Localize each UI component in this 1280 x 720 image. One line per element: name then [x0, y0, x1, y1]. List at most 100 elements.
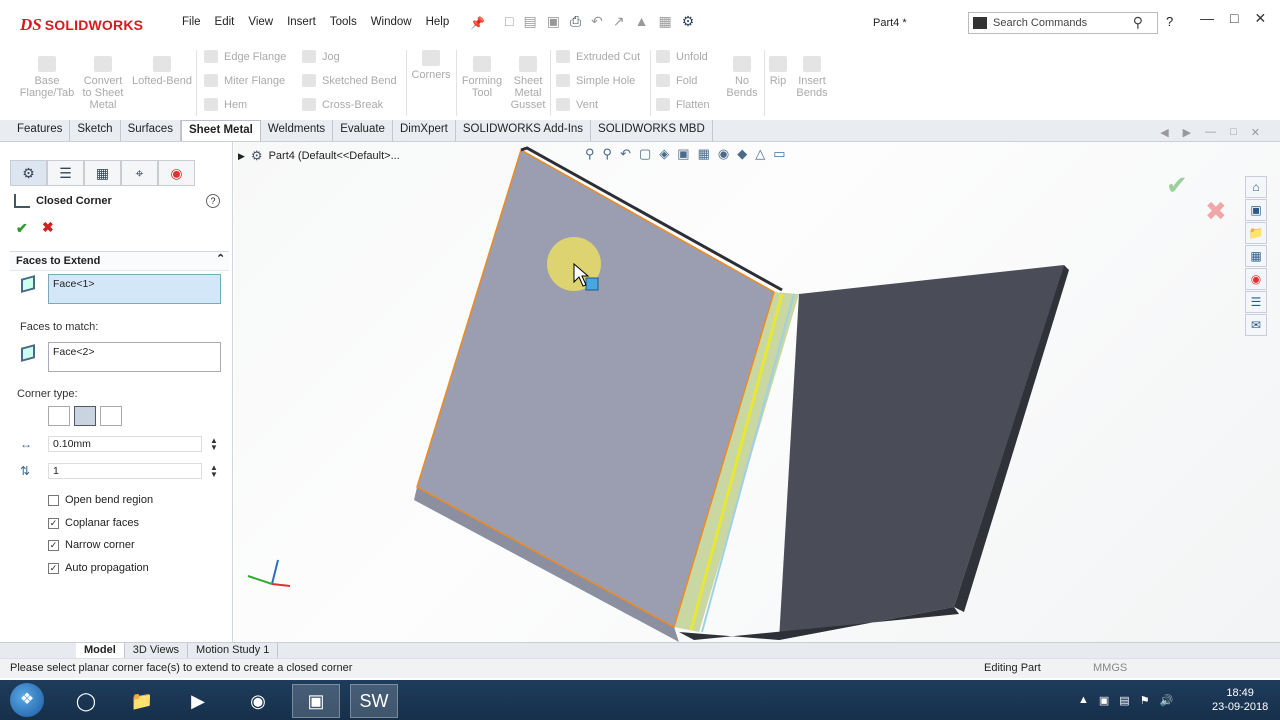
solidworks-resources-icon[interactable]: ⌂ — [1245, 176, 1267, 198]
feature-tree-flyout[interactable]: ▶ ⚙ Part4 (Default<<Default>... — [238, 148, 400, 164]
display-manager-tab[interactable]: ◉ — [158, 160, 195, 186]
start-button[interactable]: ❖ — [10, 683, 44, 717]
vp-close-icon[interactable]: ✕ — [1251, 126, 1260, 139]
previous-view-icon[interactable]: ↶ — [620, 146, 631, 162]
search-commands-input[interactable]: Search Commands ⚲ — [968, 12, 1158, 34]
auto-propagation-checkbox[interactable]: ✓ Auto propagation — [48, 562, 149, 574]
edge-flange-button[interactable]: Edge Flange — [204, 50, 286, 63]
zoom-to-fit-icon[interactable]: ⚲ — [585, 146, 595, 162]
volume-icon[interactable]: 🔊 — [1160, 694, 1174, 707]
display-style-icon[interactable]: ▦ — [698, 146, 710, 162]
rip-button[interactable]: Rip — [766, 56, 790, 87]
open-icon[interactable]: ▤ — [523, 13, 536, 30]
pm-help-icon[interactable]: ? — [206, 194, 220, 208]
pin-icon[interactable]: 📌 — [470, 16, 485, 30]
select-icon[interactable]: ↗ — [613, 13, 625, 30]
media-player-icon[interactable]: ▶ — [174, 684, 222, 718]
menu-help[interactable]: Help — [419, 12, 457, 34]
confirmation-cancel-icon[interactable]: ✖ — [1205, 196, 1227, 227]
internet-explorer-icon[interactable]: ◯ — [62, 684, 110, 718]
sheet-metal-gusset-button[interactable]: Sheet Metal Gusset — [508, 56, 548, 111]
menu-file[interactable]: File — [175, 12, 208, 34]
dynamic-annotation-icon[interactable]: ◈ — [659, 146, 669, 162]
zoom-to-area-icon[interactable]: ⚲ — [603, 146, 613, 162]
confirmation-ok-icon[interactable]: ✔ — [1166, 170, 1188, 201]
taskbar-clock[interactable]: 18:49 23-09-2018 — [1212, 686, 1268, 714]
flatten-button[interactable]: Flatten — [656, 98, 710, 111]
flag-icon[interactable]: ⚑ — [1140, 694, 1150, 707]
property-manager-tab[interactable]: ☰ — [47, 160, 84, 186]
dimxpert-manager-tab[interactable]: ⌖ — [121, 160, 158, 186]
convert-sheet-metal-button[interactable]: Convert to Sheet Metal — [80, 56, 126, 111]
feature-manager-tab[interactable]: ⚙ — [10, 160, 47, 186]
minimize-icon[interactable]: — — [1200, 10, 1214, 27]
open-bend-region-checkbox[interactable]: Open bend region — [48, 494, 153, 506]
print-icon[interactable]: ⎙ — [570, 13, 581, 30]
insert-bends-button[interactable]: Insert Bends — [794, 56, 830, 99]
tab-surfaces[interactable]: Surfaces — [121, 120, 181, 141]
expand-arrow-icon[interactable]: ▶ — [238, 151, 245, 162]
menu-edit[interactable]: Edit — [208, 12, 242, 34]
tab-model[interactable]: Model — [76, 643, 125, 658]
view-palette-icon[interactable]: ▦ — [1245, 245, 1267, 267]
cancel-button[interactable]: ✖ — [42, 219, 54, 236]
tab-sketch[interactable]: Sketch — [70, 120, 121, 141]
coplanar-faces-checkbox[interactable]: ✓ Coplanar faces — [48, 517, 139, 529]
undo-icon[interactable]: ↶ — [591, 13, 603, 30]
appearances-icon[interactable]: ◉ — [1245, 268, 1267, 290]
solidworks-taskbar-icon[interactable]: SW — [350, 684, 398, 718]
unfold-button[interactable]: Unfold — [656, 50, 708, 63]
overlap-ratio-input[interactable]: 1 — [48, 463, 202, 479]
configuration-manager-tab[interactable]: ▦ — [84, 160, 121, 186]
corners-button[interactable]: Corners — [410, 50, 452, 81]
custom-properties-icon[interactable]: ☰ — [1245, 291, 1267, 313]
hide-show-icon[interactable]: ◉ — [718, 146, 729, 162]
file-explorer-taskbar-icon[interactable]: 📁 — [118, 684, 166, 718]
help-icon[interactable]: ? — [1166, 14, 1173, 29]
tab-features[interactable]: Features — [10, 120, 71, 141]
corner-type-butt-button[interactable] — [48, 406, 70, 426]
solidworks-logo[interactable]: DS SOLIDWORKS — [20, 10, 155, 40]
tab-sheet-metal[interactable]: Sheet Metal — [180, 120, 261, 141]
rebuild-icon[interactable]: ▲ — [635, 13, 649, 30]
simple-hole-button[interactable]: Simple Hole — [556, 74, 635, 87]
gap-distance-input[interactable]: 0.10mm — [48, 436, 202, 452]
faces-to-extend-group[interactable]: Faces to Extend ⌃ — [10, 251, 229, 271]
no-bends-button[interactable]: No Bends — [724, 56, 760, 99]
vent-button[interactable]: Vent — [556, 98, 598, 111]
fold-button[interactable]: Fold — [656, 74, 697, 87]
extruded-cut-button[interactable]: Extruded Cut — [556, 50, 640, 63]
tab-weldments[interactable]: Weldments — [261, 120, 334, 141]
faces-to-match-list[interactable]: Face<2> — [48, 342, 221, 372]
file-properties-icon[interactable]: ▦ — [658, 13, 671, 30]
tab-addins[interactable]: SOLIDWORKS Add-Ins — [456, 120, 592, 141]
new-icon[interactable]: □ — [505, 13, 513, 30]
maximize-icon[interactable]: □ — [1230, 10, 1238, 27]
search-icon[interactable]: ⚲ — [1133, 14, 1143, 31]
tab-evaluate[interactable]: Evaluate — [333, 120, 393, 141]
vp-restore-left-icon[interactable]: ◀ — [1160, 126, 1168, 139]
file-explorer-icon[interactable]: 📁 — [1245, 222, 1267, 244]
forming-tool-button[interactable]: Forming Tool — [458, 56, 506, 99]
view-orientation-icon[interactable]: ▣ — [677, 146, 689, 162]
document-window-icon[interactable]: ▣ — [292, 684, 340, 718]
corner-type-underlap-button[interactable] — [100, 406, 122, 426]
narrow-corner-checkbox[interactable]: ✓ Narrow corner — [48, 539, 135, 551]
menu-window[interactable]: Window — [364, 12, 419, 34]
cross-break-button[interactable]: Cross-Break — [302, 98, 383, 111]
section-view-icon[interactable]: ▢ — [639, 146, 651, 162]
tab-mbd[interactable]: SOLIDWORKS MBD — [591, 120, 713, 141]
chrome-icon[interactable]: ◉ — [234, 684, 282, 718]
vp-restore-right-icon[interactable]: ▶ — [1183, 126, 1191, 139]
tray-expand-icon[interactable]: ▲ — [1078, 694, 1089, 707]
edit-appearance-icon[interactable]: ◆ — [737, 146, 747, 162]
menu-tools[interactable]: Tools — [323, 12, 364, 34]
close-icon[interactable]: ✕ — [1254, 10, 1266, 27]
sheet-metal-model[interactable] — [234, 142, 1280, 642]
lofted-bend-button[interactable]: Lofted-Bend — [130, 56, 194, 87]
view-settings-icon[interactable]: ▭ — [773, 146, 785, 162]
unit-system[interactable]: MMGS — [1093, 662, 1127, 674]
hem-button[interactable]: Hem — [204, 98, 247, 111]
tab-motion-study[interactable]: Motion Study 1 — [188, 643, 279, 658]
base-flange-button[interactable]: Base Flange/Tab — [18, 56, 76, 99]
